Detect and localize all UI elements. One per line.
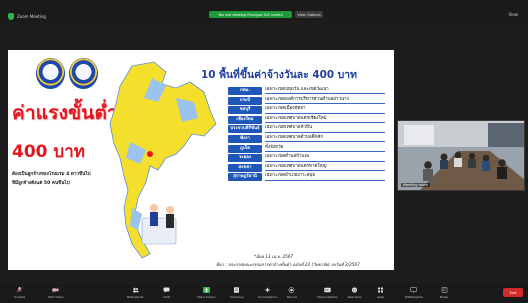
screen-share-banner: You are viewing Fkanyaa Tu2 screen [209, 11, 292, 18]
participant-name: Meeting room [401, 183, 430, 187]
province-label: ภูเก็ต [228, 144, 262, 153]
province-label: เชียงใหม่ [228, 115, 262, 124]
record-label: Record [287, 295, 297, 299]
meeting-room-video [398, 121, 524, 190]
share-screen-icon [202, 287, 210, 293]
summary-label: Summary [230, 295, 244, 299]
thailand-map-illustration [109, 61, 217, 259]
record-button[interactable]: Record [287, 287, 297, 299]
summary-icon [234, 287, 240, 293]
whiteboards-label: Whiteboards [405, 295, 423, 299]
province-label: ระยอง [228, 154, 262, 163]
notes-button[interactable]: Notes [440, 287, 448, 299]
province-label: ประจวบคีรีขันธ์ [228, 125, 262, 134]
province-label: พังงา [228, 134, 262, 143]
share-screen-button[interactable]: Share Screen [197, 287, 216, 299]
province-label: สุราษฎร์ธานี [228, 173, 262, 182]
chat-label: Chat [163, 295, 170, 299]
area-row: เชียงใหม่ เฉพาะเขตเทศบาลนครเชียงใหม่ [228, 115, 390, 124]
apps-button[interactable]: Apps [377, 287, 384, 299]
participants-button[interactable]: Participants [127, 287, 143, 299]
captions-label: Show Captions [317, 295, 338, 299]
chat-button[interactable]: Chat [163, 287, 170, 299]
province-label: ชลบุรี [228, 106, 262, 115]
reactions-button[interactable]: Reactions [348, 287, 362, 299]
notes-icon [441, 287, 447, 293]
reactions-label: Reactions [348, 295, 362, 299]
microphone-icon [16, 287, 23, 293]
province-label: กระบี่ [228, 96, 262, 105]
area-row: ระยอง เฉพาะเขตตำบลบ้านเพ [228, 154, 390, 163]
view-button[interactable]: View [509, 12, 519, 17]
area-description: เฉพาะเขตเทศบาลหัวหิน [265, 125, 385, 133]
ai-companion-icon [264, 287, 271, 293]
reactions-icon [352, 287, 358, 293]
shared-screen-slide: ค่าแรงขั้นต่ำ 400 บาท ต้องเป็นลูกจ้างของ… [8, 50, 394, 270]
unmute-button[interactable]: Unmute [14, 287, 25, 299]
area-description: เฉพาะเขตเทศบาลนครหาดใหญ่ [265, 164, 385, 172]
area-description: เฉพาะเขตเทศบาลนครเชียงใหม่ [265, 116, 385, 124]
logo-group [36, 58, 98, 89]
svg-text:CC: CC [325, 288, 329, 292]
chat-icon [163, 287, 170, 293]
unmute-label: Unmute [14, 295, 26, 299]
meeting-info[interactable]: Zoom Meeting [8, 12, 46, 20]
whiteboards-button[interactable]: Whiteboards [405, 287, 423, 299]
share-screen-label: Share Screen [197, 295, 216, 299]
video-camera-icon [52, 287, 59, 293]
slide-title: 10 พื้นที่ขึ้นค่าจ้างวันละ 400 บาท [201, 69, 357, 81]
ministry-logo [36, 58, 65, 89]
record-icon [288, 287, 295, 293]
captions-icon: CC [324, 287, 331, 293]
area-row: ชลบุรี เฉพาะเขตเมืองพัทยา [228, 106, 390, 115]
area-row: พังงา เฉพาะเขตเทศบาลตำบลคึกคัก [228, 134, 390, 143]
area-description: เฉพาะเขตปทุมวัน และเขตวัฒนา [265, 87, 385, 95]
area-description: เฉพาะเขตเทศบาลตำบลคึกคัก [265, 135, 385, 143]
area-description: เฉพาะเขตตำบลบ้านเพ [265, 154, 385, 162]
province-label: กทม. [228, 87, 262, 95]
area-description: ทั้งจังหวัด [265, 145, 385, 152]
start-video-button[interactable]: Start Video [48, 287, 64, 299]
area-description: เฉพาะเขตองค์การบริหารส่วนตำบลอ่าวนาง [265, 97, 385, 104]
area-row: กระบี่ เฉพาะเขตองค์การบริหารส่วนตำบลอ่าวน… [228, 96, 390, 105]
meeting-label: Zoom Meeting [17, 13, 46, 19]
meeting-toolbar: Unmute Start Video Participants Chat Sha… [0, 284, 528, 303]
wage-amount: 400 บาท [12, 142, 85, 162]
province-label: สงขลา [228, 163, 262, 172]
top-bar: Zoom Meeting You are viewing Fkanyaa Tu2… [0, 0, 528, 22]
area-row: กทม. เฉพาะเขตปทุมวัน และเขตวัฒนา [228, 87, 390, 95]
area-row: ภูเก็ต ทั้งจังหวัด [228, 144, 390, 153]
apps-label: Apps [377, 295, 384, 299]
security-shield-icon[interactable] [8, 12, 14, 20]
participants-label: Participants [127, 295, 144, 299]
source-note: ที่มา : ประกาศคณะกรรมการค่าจ้างขั้นต่ำ ฉ… [216, 262, 360, 267]
participants-icon [132, 287, 139, 293]
view-options-button[interactable]: View Options [295, 11, 323, 18]
effective-date: *มีผล 13 เม.ย. 2567 [254, 254, 294, 259]
area-row: สงขลา เฉพาะเขตเทศบาลนครหาดใหญ่ [228, 163, 390, 172]
area-description: เฉพาะเขตเมืองพัทยา [265, 106, 385, 114]
end-meeting-button[interactable]: End [503, 288, 523, 297]
zoom-window: Zoom Meeting You are viewing Fkanyaa Tu2… [0, 0, 528, 303]
area-list: กทม. เฉพาะเขตปทุมวัน และเขตวัฒนา กระบี่ เฉ… [228, 87, 390, 183]
participant-video-tile[interactable]: Meeting room [397, 120, 525, 191]
ai-companion-button[interactable]: AI Companion [258, 287, 278, 299]
area-row: ประจวบคีรีขันธ์ เฉพาะเขตเทศบาลหัวหิน [228, 125, 390, 134]
whiteboards-icon [410, 287, 418, 293]
start-video-label: Start Video [48, 295, 64, 299]
ai-companion-label: AI Companion [258, 295, 278, 299]
area-row: สุราษฎร์ธานี เฉพาะเขตอำเภอเกาะสมุย [228, 173, 390, 182]
captions-button[interactable]: CC Show Captions [317, 287, 338, 299]
notes-label: Notes [440, 295, 449, 299]
area-description: เฉพาะเขตอำเภอเกาะสมุย [265, 173, 385, 181]
apps-icon [378, 287, 383, 293]
summary-button[interactable]: Summary [230, 287, 244, 299]
